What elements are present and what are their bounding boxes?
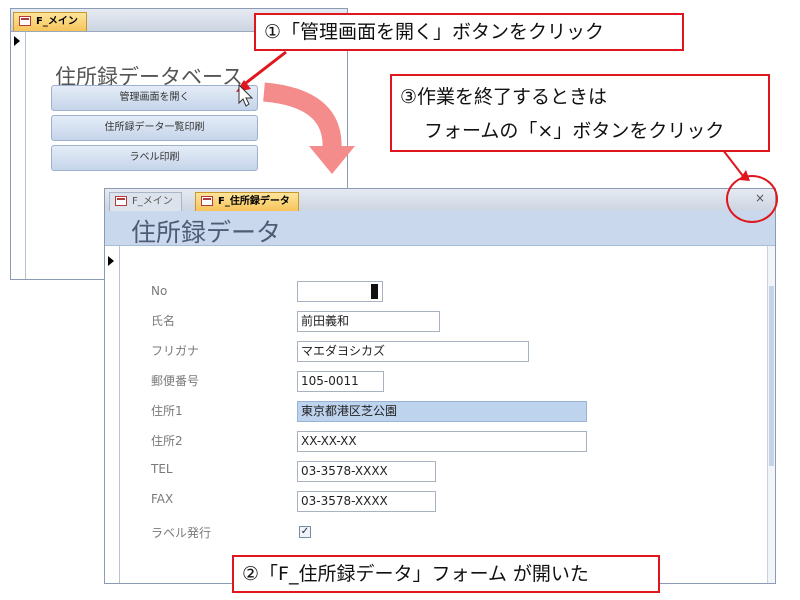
close-button-highlight <box>726 175 778 223</box>
step3-callout: ③作業を終了するときは フォームの「×」ボタンをクリック <box>390 74 770 152</box>
step1-pointer-line <box>241 50 287 88</box>
step2-callout: ②「F_住所録データ」フォーム が開いた <box>232 555 660 593</box>
flow-arrowhead <box>309 146 355 174</box>
step3-text-line2: フォームの「×」ボタンをクリック <box>424 120 725 142</box>
step2-text: ②「F_住所録データ」フォーム が開いた <box>242 563 589 585</box>
step3-text-line1: ③作業を終了するときは <box>400 86 608 108</box>
flow-arrow <box>263 82 342 149</box>
step1-callout: ①「管理画面を開く」ボタンをクリック <box>254 13 684 51</box>
step1-text: ①「管理画面を開く」ボタンをクリック <box>264 21 605 43</box>
step3-pointer-line <box>722 149 744 177</box>
